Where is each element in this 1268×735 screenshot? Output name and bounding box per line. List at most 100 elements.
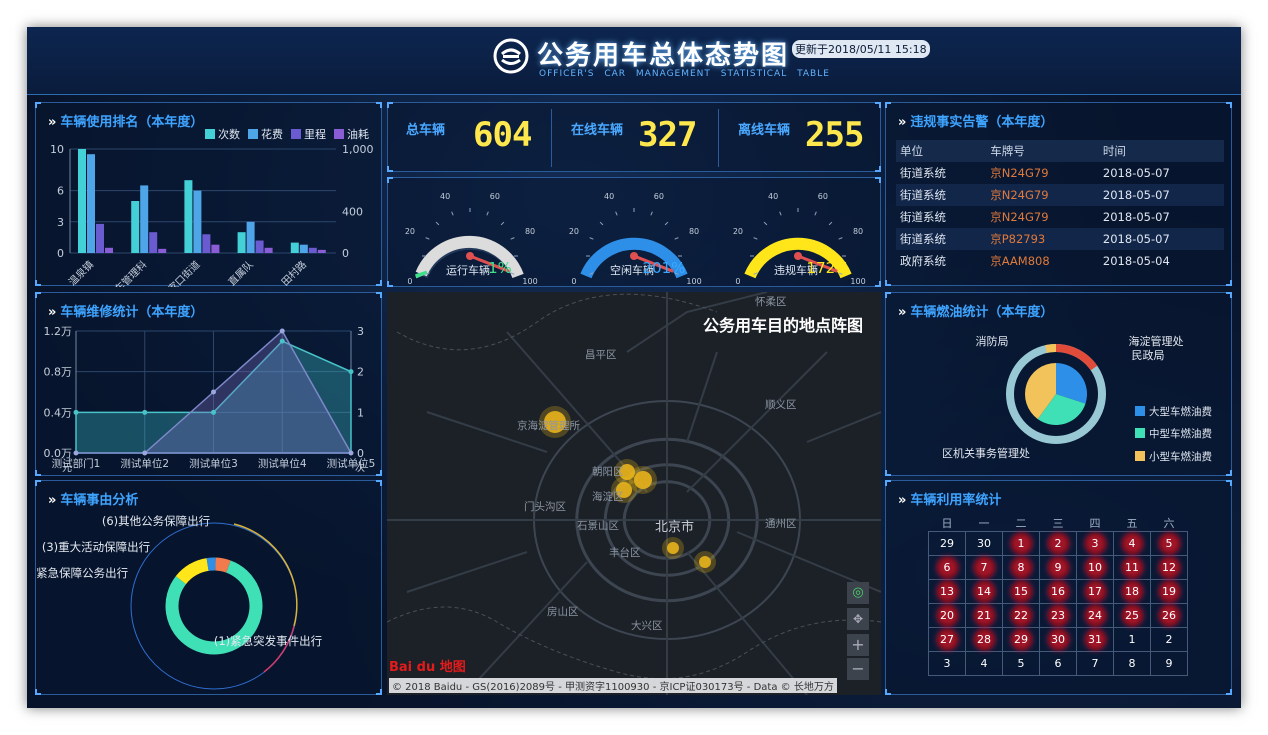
day-number: 3	[1091, 537, 1099, 550]
calendar-day[interactable]: 2	[1039, 531, 1077, 556]
calendar-day[interactable]: 9	[1039, 555, 1077, 580]
calendar-day[interactable]: 26	[1150, 603, 1188, 628]
road	[466, 561, 588, 693]
calendar-day[interactable]: 8	[1002, 555, 1040, 580]
calendar-day[interactable]: 7	[965, 555, 1003, 580]
calendar-day[interactable]: 5	[1002, 651, 1040, 676]
calendar-day[interactable]: 22	[1002, 603, 1040, 628]
gauge-tick	[435, 221, 440, 226]
table-row[interactable]: 街道系统 京N24G79 2018-05-07	[896, 206, 1224, 228]
calendar-day[interactable]: 11	[1113, 555, 1151, 580]
x-tick-label: 直属队	[225, 258, 255, 287]
y-tick-label: 1.2万	[44, 325, 73, 338]
calendar-day[interactable]: 25	[1113, 603, 1151, 628]
panel-corner	[35, 280, 41, 286]
reason-label: (3)重大活动保障出行	[42, 540, 150, 554]
locate-icon[interactable]: ◎	[847, 582, 869, 604]
gauge-tick	[838, 237, 843, 240]
violations-table: 单位 车牌号 时间 街道系统 京N24G79 2018-05-07 街道系统 京N24G…	[896, 140, 1224, 272]
gauge-value: 201%	[643, 259, 686, 277]
calendar-day[interactable]: 30	[1039, 627, 1077, 652]
zoom-out-button[interactable]: −	[847, 658, 869, 680]
hotspot	[634, 471, 652, 489]
x-tick-label: 测试单位3	[189, 457, 238, 470]
calendar-day[interactable]: 4	[1113, 531, 1151, 556]
gauge-tick	[674, 237, 679, 240]
table-row[interactable]: 街道系统 京N24G79 2018-05-07	[896, 162, 1224, 184]
cell-time: 2018-05-07	[1098, 184, 1224, 206]
calendar-day[interactable]: 16	[1039, 579, 1077, 604]
calendar-day[interactable]: 29	[928, 531, 966, 556]
table-row[interactable]: 街道系统 京N24G79 2018-05-07	[896, 184, 1224, 206]
calendar-day[interactable]: 28	[965, 627, 1003, 652]
calendar-day[interactable]: 21	[965, 603, 1003, 628]
calendar-day[interactable]: 20	[928, 603, 966, 628]
day-number: 31	[1088, 633, 1102, 646]
y-tick-label: 0.4万	[44, 406, 73, 419]
calendar-day[interactable]: 17	[1076, 579, 1114, 604]
dashboard: 公务用车总体态势图 OFFICER'S CAR MANAGEMENT STATI…	[27, 27, 1241, 708]
pan-icon[interactable]: ✥	[847, 608, 869, 630]
y2-tick-label: 2	[357, 366, 364, 379]
day-number: 6	[1054, 657, 1062, 670]
gauge-tick-label: 40	[604, 192, 614, 201]
bar	[290, 242, 299, 253]
calendar-day[interactable]: 19	[1150, 579, 1188, 604]
outer-ring-accent	[263, 625, 295, 673]
calendar-day[interactable]: 24	[1076, 603, 1114, 628]
gauge-tick	[650, 211, 653, 216]
weekday-label: 五	[1126, 517, 1138, 530]
calendar-day[interactable]: 30	[965, 531, 1003, 556]
calendar-day[interactable]: 10	[1076, 555, 1114, 580]
destination-map[interactable]: 公务用车目的地点阵图 怀柔区 昌平区 顺义区 京海淀管理所 朝阳区 海淀区 门头…	[387, 292, 881, 695]
district-label: 门头沟区	[524, 501, 566, 513]
calendar-day[interactable]: 29	[1002, 627, 1040, 652]
gauge-tick-label: 0	[407, 277, 412, 286]
day-number: 21	[977, 609, 991, 622]
day-number: 29	[940, 537, 954, 550]
cell-time: 2018-05-07	[1102, 210, 1170, 224]
calendar-day[interactable]: 31	[1076, 627, 1114, 652]
panel-corner	[35, 480, 41, 486]
table-row[interactable]: 街道系统 京P82793 2018-05-07	[896, 228, 1224, 250]
calendar-day[interactable]: 4	[965, 651, 1003, 676]
gauge-tick-label: 80	[689, 227, 699, 236]
panel-corner	[35, 470, 41, 476]
panel-corner	[885, 470, 891, 476]
usage-rank-chart: 106301,0004000温泉镇…务用车管理科甘家口街道直属队田村路	[50, 143, 374, 287]
panel-corner	[1226, 689, 1232, 695]
calendar-day[interactable]: 7	[1076, 651, 1114, 676]
calendar-day[interactable]: 6	[928, 555, 966, 580]
calendar-day[interactable]: 8	[1113, 651, 1151, 676]
calendar-day[interactable]: 2	[1150, 627, 1188, 652]
fuel-label: 民政局	[1132, 348, 1165, 362]
y2-tick-label: 1,000	[342, 143, 374, 156]
calendar-day[interactable]: 6	[1039, 651, 1077, 676]
calendar-day[interactable]: 12	[1150, 555, 1188, 580]
calendar-day[interactable]: 3	[928, 651, 966, 676]
car-logo-icon	[493, 38, 529, 74]
cell-plate: 京N24G79	[990, 166, 1049, 180]
gauge-tick-label: 60	[654, 192, 664, 201]
calendar-day[interactable]: 13	[928, 579, 966, 604]
calendar-day[interactable]: 5	[1150, 531, 1188, 556]
calendar-day[interactable]: 14	[965, 579, 1003, 604]
bar	[317, 249, 326, 253]
table-row[interactable]: 政府系统 京AAM808 2018-05-04	[896, 250, 1224, 272]
data-point	[348, 450, 354, 456]
panel-corner	[376, 480, 382, 486]
calendar-day[interactable]: 27	[928, 627, 966, 652]
zoom-in-button[interactable]: +	[847, 634, 869, 656]
day-number: 5	[1017, 657, 1025, 670]
bar	[237, 232, 246, 253]
calendar-day[interactable]: 1	[1113, 627, 1151, 652]
calendar-day[interactable]: 9	[1150, 651, 1188, 676]
day-number: 16	[1051, 585, 1065, 598]
panel-corner	[885, 689, 891, 695]
calendar-day[interactable]: 15	[1002, 579, 1040, 604]
calendar-day[interactable]: 18	[1113, 579, 1151, 604]
calendar-day[interactable]: 3	[1076, 531, 1114, 556]
calendar-day[interactable]: 23	[1039, 603, 1077, 628]
day-number: 7	[1091, 657, 1099, 670]
calendar-day[interactable]: 1	[1002, 531, 1040, 556]
